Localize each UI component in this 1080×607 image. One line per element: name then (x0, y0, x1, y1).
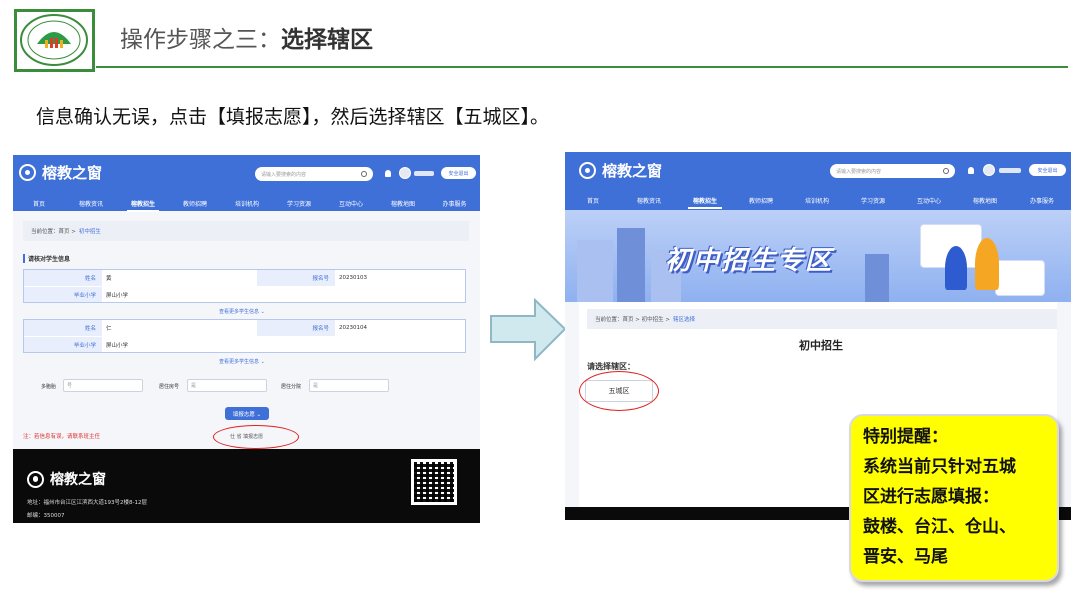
brand-logo-icon (27, 470, 44, 488)
tab-recruit[interactable]: 教师招聘 (733, 196, 789, 205)
main-nav: 首页 榕教资讯 榕教招生 教师招聘 培训机构 学习资源 互动中心 榕教地图 办事… (565, 194, 1071, 209)
tab-home[interactable]: 首页 (565, 196, 621, 205)
school-emblem-icon (20, 14, 88, 66)
field-select-branch[interactable]: 是 (309, 379, 389, 392)
avatar[interactable] (399, 167, 411, 179)
callout-heading: 特别提醒： (863, 427, 948, 447)
tab-map[interactable]: 榕教地图 (957, 196, 1013, 205)
tab-news[interactable]: 榕教资讯 (621, 196, 677, 205)
instruction-text: 信息确认无误，点击【填报志愿】，然后选择辖区【五城区】。 (36, 106, 550, 128)
site-header: 榕教之窗 请输入要搜索的内容 安全退出 首页 榕教资讯 榕教招生 教师招聘 培训… (565, 152, 1071, 210)
logout-button[interactable]: 安全退出 (1029, 164, 1066, 176)
callout-line: 系统当前只针对五城 (863, 457, 1016, 477)
tab-home[interactable]: 首页 (13, 199, 65, 208)
main-nav: 首页 榕教资讯 榕教招生 教师招聘 培训机构 学习资源 互动中心 榕教地图 办事… (13, 197, 480, 212)
site-brand: 榕教之窗 (579, 160, 662, 181)
logout-button[interactable]: 安全退出 (441, 167, 476, 179)
breadcrumb: 当前位置：首页 > 初中招生 (23, 221, 469, 241)
arrow-right-icon (490, 298, 567, 361)
tab-map[interactable]: 榕教地图 (377, 199, 429, 208)
screenshot-student-info: 榕教之窗 请输入要搜索的内容 安全退出 首页 榕教资讯 榕教招生 教师招聘 培训… (13, 155, 480, 523)
tab-enrollment[interactable]: 榕教招生 (117, 199, 169, 212)
submit-application-button[interactable]: 填报志愿 ⌄ (225, 407, 269, 420)
footer-postcode: 邮编：350007 (27, 513, 65, 519)
tab-services[interactable]: 办事服务 (429, 199, 480, 208)
tab-interaction[interactable]: 互动中心 (901, 196, 957, 205)
school-value: 屏山小学 (106, 342, 129, 349)
footer-brand: 榕教之窗 (27, 469, 106, 489)
tab-interaction[interactable]: 互动中心 (325, 199, 377, 208)
tab-services[interactable]: 办事服务 (1013, 196, 1071, 205)
site-footer: 榕教之窗 地址：福州市台江区江滨西大道193号2楼8-12层 邮编：350007 (13, 449, 480, 523)
id-value: 20230103 (339, 275, 367, 281)
highlight-ellipse (213, 425, 299, 449)
user-name (999, 168, 1021, 173)
header-divider (96, 66, 1068, 68)
search-input[interactable]: 请输入要搜索的内容 (255, 167, 373, 181)
id-label: 报名号 (257, 320, 335, 336)
school-value: 屏山小学 (106, 292, 129, 299)
brand-logo-icon (19, 164, 36, 181)
field-select-house[interactable]: 是 (187, 379, 267, 392)
search-icon[interactable] (361, 171, 367, 177)
name-value: 仁 (106, 326, 112, 332)
school-label: 毕业小学 (24, 287, 102, 302)
student-illustration (975, 238, 999, 290)
more-info-link[interactable]: 查看更多学生信息 ⌄ (219, 308, 265, 315)
tab-resources[interactable]: 学习资源 (845, 196, 901, 205)
student-table-1: 姓名 黄 报名号 20230103 毕业小学 屏山小学 (23, 269, 466, 303)
breadcrumb-current[interactable]: 辖区选择 (673, 315, 695, 323)
banner-title: 初中招生专区 (665, 246, 834, 276)
field-label-twins: 多胞胎 (41, 384, 57, 390)
tab-training[interactable]: 培训机构 (221, 199, 273, 208)
section-title: 请核对学生信息 (23, 254, 70, 263)
tab-news[interactable]: 榕教资讯 (65, 199, 117, 208)
callout-line: 鼓楼、台江、仓山、 (863, 517, 1016, 537)
footer-address: 地址：福州市台江区江滨西大道193号2楼8-12层 (27, 500, 147, 506)
bell-icon[interactable] (385, 170, 391, 177)
avatar[interactable] (983, 164, 995, 176)
brand-logo-icon (579, 162, 596, 179)
breadcrumb-current[interactable]: 初中招生 (79, 227, 101, 235)
name-label: 姓名 (24, 320, 102, 336)
qr-code-icon (411, 459, 457, 505)
site-brand: 榕教之窗 (19, 162, 102, 183)
tab-resources[interactable]: 学习资源 (273, 199, 325, 208)
tab-enrollment[interactable]: 榕教招生 (677, 196, 733, 209)
slide-title: 操作步骤之三：选择辖区 (120, 27, 373, 53)
id-value: 20230104 (339, 325, 367, 331)
special-reminder-callout: 特别提醒： 系统当前只针对五城 区进行志愿填报： 鼓楼、台江、仓山、 晋安、马尾 (849, 414, 1059, 582)
content-title: 初中招生 (799, 339, 843, 352)
callout-line: 区进行志愿填报： (863, 487, 999, 507)
building-shape (617, 228, 645, 302)
illustration-card (995, 260, 1045, 296)
search-icon[interactable] (943, 168, 949, 174)
breadcrumb: 当前位置：首页 > 初中招生 > 辖区选择 (587, 309, 1057, 329)
field-label-house: 居住房号 (159, 384, 180, 390)
highlight-ellipse (579, 371, 659, 411)
user-name (414, 171, 434, 176)
enrollment-banner: 初中招生专区 (565, 210, 1071, 302)
name-label: 姓名 (24, 270, 102, 286)
building-shape (577, 240, 613, 302)
building-shape (865, 254, 889, 302)
search-input[interactable]: 请输入要搜索的内容 (830, 164, 955, 178)
more-info-link[interactable]: 查看更多学生信息 ⌄ (219, 358, 265, 365)
callout-line: 晋安、马尾 (863, 547, 948, 567)
name-value: 黄 (106, 276, 112, 282)
field-select-twins[interactable]: 号 (63, 379, 143, 392)
tab-training[interactable]: 培训机构 (789, 196, 845, 205)
school-label: 毕业小学 (24, 337, 102, 352)
student-illustration (945, 246, 967, 290)
id-label: 报名号 (257, 270, 335, 286)
bell-icon[interactable] (968, 167, 974, 174)
student-table-2: 姓名 仁 报名号 20230104 毕业小学 屏山小学 (23, 319, 466, 353)
error-note: 注：若信息有误，请联系班主任 (23, 434, 101, 440)
field-label-branch: 居住分院 (281, 384, 302, 390)
school-logo (14, 9, 95, 72)
tab-recruit[interactable]: 教师招聘 (169, 199, 221, 208)
site-header: 榕教之窗 请输入要搜索的内容 安全退出 首页 榕教资讯 榕教招生 教师招聘 培训… (13, 155, 480, 212)
